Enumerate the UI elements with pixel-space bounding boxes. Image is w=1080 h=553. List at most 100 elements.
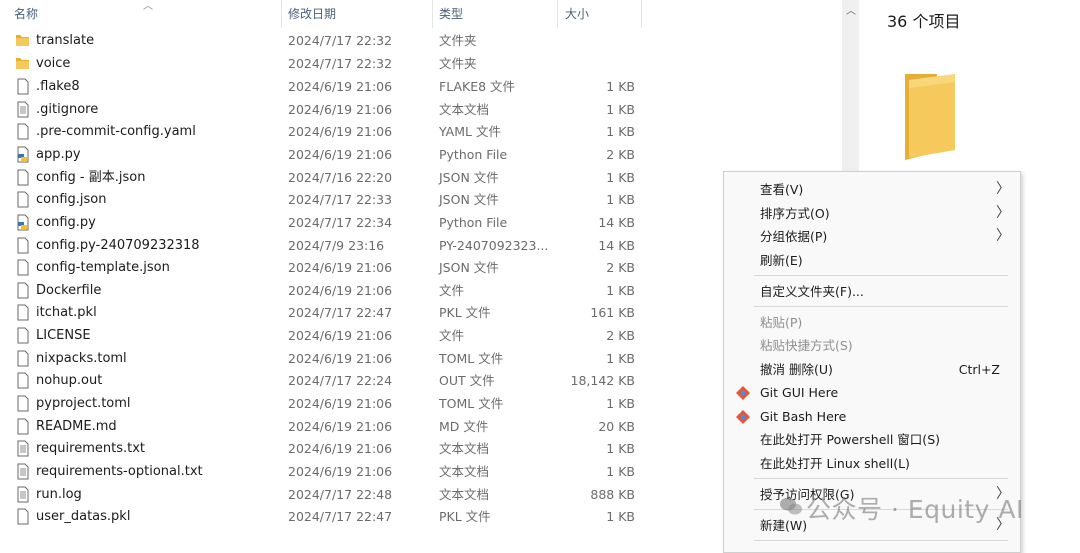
file-row[interactable]: user_datas.pkl 2024/7/17 22:47 PKL 文件 1 … bbox=[0, 505, 842, 528]
file-type: 文本文档 bbox=[439, 487, 490, 502]
chevron-right-icon: 〉 bbox=[996, 205, 1010, 221]
file-type: Python File bbox=[439, 147, 508, 162]
menu-item-label: 排序方式(O) bbox=[760, 206, 830, 221]
file-row[interactable]: nohup.out 2024/7/17 22:24 OUT 文件 18,142 … bbox=[0, 369, 842, 392]
file-row[interactable]: Dockerfile 2024/6/19 21:06 文件 1 KB bbox=[0, 279, 842, 302]
menu-item-label: 撤消 删除(U) bbox=[760, 362, 833, 377]
column-name-header[interactable]: 名称 bbox=[14, 0, 38, 28]
file-row[interactable]: config-template.json 2024/6/19 21:06 JSO… bbox=[0, 256, 842, 279]
file-row[interactable]: itchat.pkl 2024/7/17 22:47 PKL 文件 161 KB bbox=[0, 301, 842, 324]
text-file-icon bbox=[15, 101, 31, 118]
file-row[interactable]: config.py-240709232318 2024/7/9 23:16 PY… bbox=[0, 234, 842, 257]
file-type: JSON 文件 bbox=[439, 192, 499, 207]
file-row[interactable]: requirements.txt 2024/6/19 21:06 文本文档 1 … bbox=[0, 437, 842, 460]
column-divider[interactable] bbox=[281, 0, 282, 28]
file-size: 18,142 KB bbox=[570, 373, 635, 388]
file-name: pyproject.toml bbox=[36, 396, 131, 411]
file-row[interactable]: requirements-optional.txt 2024/6/19 21:0… bbox=[0, 460, 842, 483]
file-row[interactable]: app.py 2024/6/19 21:06 Python File 2 KB bbox=[0, 143, 842, 166]
file-row[interactable]: run.log 2024/7/17 22:48 文本文档 888 KB bbox=[0, 483, 842, 506]
file-name: nixpacks.toml bbox=[36, 351, 127, 366]
file-type: Python File bbox=[439, 215, 508, 230]
file-date: 2024/7/9 23:16 bbox=[288, 238, 385, 253]
menu-item-sort[interactable]: 排序方式(O) 〉 bbox=[724, 202, 1020, 225]
file-icon bbox=[15, 327, 31, 344]
file-size: 1 KB bbox=[606, 396, 635, 411]
menu-item-undo-delete[interactable]: 撤消 删除(U) Ctrl+Z bbox=[724, 358, 1020, 381]
column-date-header[interactable]: 修改日期 bbox=[288, 0, 336, 28]
file-date: 2024/7/17 22:48 bbox=[288, 487, 393, 502]
file-size: 1 KB bbox=[606, 102, 635, 117]
file-row[interactable]: config.py 2024/7/17 22:34 Python File 14… bbox=[0, 211, 842, 234]
menu-item-linux-shell[interactable]: 在此处打开 Linux shell(L) bbox=[724, 452, 1020, 475]
python-file-icon bbox=[15, 146, 31, 163]
file-row[interactable]: LICENSE 2024/6/19 21:06 文件 2 KB bbox=[0, 324, 842, 347]
column-size-header[interactable]: 大小 bbox=[565, 0, 589, 28]
folder-preview-icon bbox=[895, 72, 967, 168]
file-size: 1 KB bbox=[606, 192, 635, 207]
menu-item-view[interactable]: 查看(V) 〉 bbox=[724, 178, 1020, 201]
file-name: itchat.pkl bbox=[36, 305, 97, 320]
column-divider[interactable] bbox=[557, 0, 558, 28]
file-type: 文本文档 bbox=[439, 441, 490, 456]
item-count: 36 个项目 bbox=[887, 12, 961, 31]
watermark: 公众号 · Equity AI bbox=[780, 490, 1024, 526]
folder-icon bbox=[15, 32, 31, 49]
file-type: YAML 文件 bbox=[439, 124, 501, 139]
file-name: translate bbox=[36, 33, 95, 48]
file-size: 1 KB bbox=[606, 351, 635, 366]
file-type: JSON 文件 bbox=[439, 170, 499, 185]
file-size: 2 KB bbox=[606, 328, 635, 343]
menu-item-paste-shortcut[interactable]: 粘贴快捷方式(S) bbox=[724, 334, 1020, 357]
file-icon bbox=[15, 78, 31, 95]
menu-item-git-gui[interactable]: Git GUI Here bbox=[724, 381, 1020, 404]
menu-separator bbox=[754, 478, 1008, 479]
file-icon bbox=[15, 123, 31, 140]
menu-item-customize[interactable]: 自定义文件夹(F)... bbox=[724, 280, 1020, 303]
column-divider[interactable] bbox=[432, 0, 433, 28]
file-row[interactable]: .pre-commit-config.yaml 2024/6/19 21:06 … bbox=[0, 120, 842, 143]
file-icon bbox=[15, 395, 31, 412]
column-header: 名称 ︿ 修改日期 类型 大小 bbox=[0, 0, 842, 28]
file-row[interactable]: config - 副本.json 2024/7/16 22:20 JSON 文件… bbox=[0, 166, 842, 189]
file-date: 2024/6/19 21:06 bbox=[288, 351, 393, 366]
menu-item-label: Git GUI Here bbox=[760, 385, 839, 400]
file-row[interactable]: voice 2024/7/17 22:32 文件夹 bbox=[0, 52, 842, 75]
file-icon bbox=[15, 191, 31, 208]
file-type: TOML 文件 bbox=[439, 396, 504, 411]
file-row[interactable]: nixpacks.toml 2024/6/19 21:06 TOML 文件 1 … bbox=[0, 347, 842, 370]
file-size: 1 KB bbox=[606, 441, 635, 456]
file-type: PKL 文件 bbox=[439, 305, 491, 320]
file-icon bbox=[15, 304, 31, 321]
file-type: JSON 文件 bbox=[439, 260, 499, 275]
file-size: 2 KB bbox=[606, 260, 635, 275]
menu-separator bbox=[754, 275, 1008, 276]
menu-item-label: 在此处打开 Powershell 窗口(S) bbox=[760, 432, 940, 447]
file-type: 文件夹 bbox=[439, 56, 477, 71]
menu-item-group[interactable]: 分组依据(P) 〉 bbox=[724, 225, 1020, 248]
file-size: 1 KB bbox=[606, 283, 635, 298]
file-row[interactable]: pyproject.toml 2024/6/19 21:06 TOML 文件 1… bbox=[0, 392, 842, 415]
menu-item-git-bash[interactable]: Git Bash Here bbox=[724, 405, 1020, 428]
column-type-header[interactable]: 类型 bbox=[439, 0, 463, 28]
file-date: 2024/6/19 21:06 bbox=[288, 396, 393, 411]
file-row[interactable]: config.json 2024/7/17 22:33 JSON 文件 1 KB bbox=[0, 188, 842, 211]
menu-separator bbox=[754, 306, 1008, 307]
file-type: TOML 文件 bbox=[439, 351, 504, 366]
file-size: 20 KB bbox=[598, 419, 635, 434]
file-date: 2024/7/17 22:32 bbox=[288, 56, 393, 71]
menu-item-powershell[interactable]: 在此处打开 Powershell 窗口(S) bbox=[724, 428, 1020, 451]
file-row[interactable]: .flake8 2024/6/19 21:06 FLAKE8 文件 1 KB bbox=[0, 75, 842, 98]
column-divider[interactable] bbox=[641, 0, 642, 28]
file-row[interactable]: .gitignore 2024/6/19 21:06 文本文档 1 KB bbox=[0, 98, 842, 121]
file-type: OUT 文件 bbox=[439, 373, 495, 388]
sort-ascending-icon: ︿ bbox=[143, 1, 153, 12]
scroll-up-icon[interactable]: ︿ bbox=[846, 2, 856, 17]
shortcut-key: Ctrl+Z bbox=[958, 362, 1000, 377]
menu-item-refresh[interactable]: 刷新(E) bbox=[724, 249, 1020, 272]
menu-item-paste[interactable]: 粘贴(P) bbox=[724, 311, 1020, 334]
file-icon bbox=[15, 282, 31, 299]
file-name: voice bbox=[36, 56, 71, 71]
file-row[interactable]: README.md 2024/6/19 21:06 MD 文件 20 KB bbox=[0, 415, 842, 438]
file-row[interactable]: translate 2024/7/17 22:32 文件夹 bbox=[0, 29, 842, 52]
